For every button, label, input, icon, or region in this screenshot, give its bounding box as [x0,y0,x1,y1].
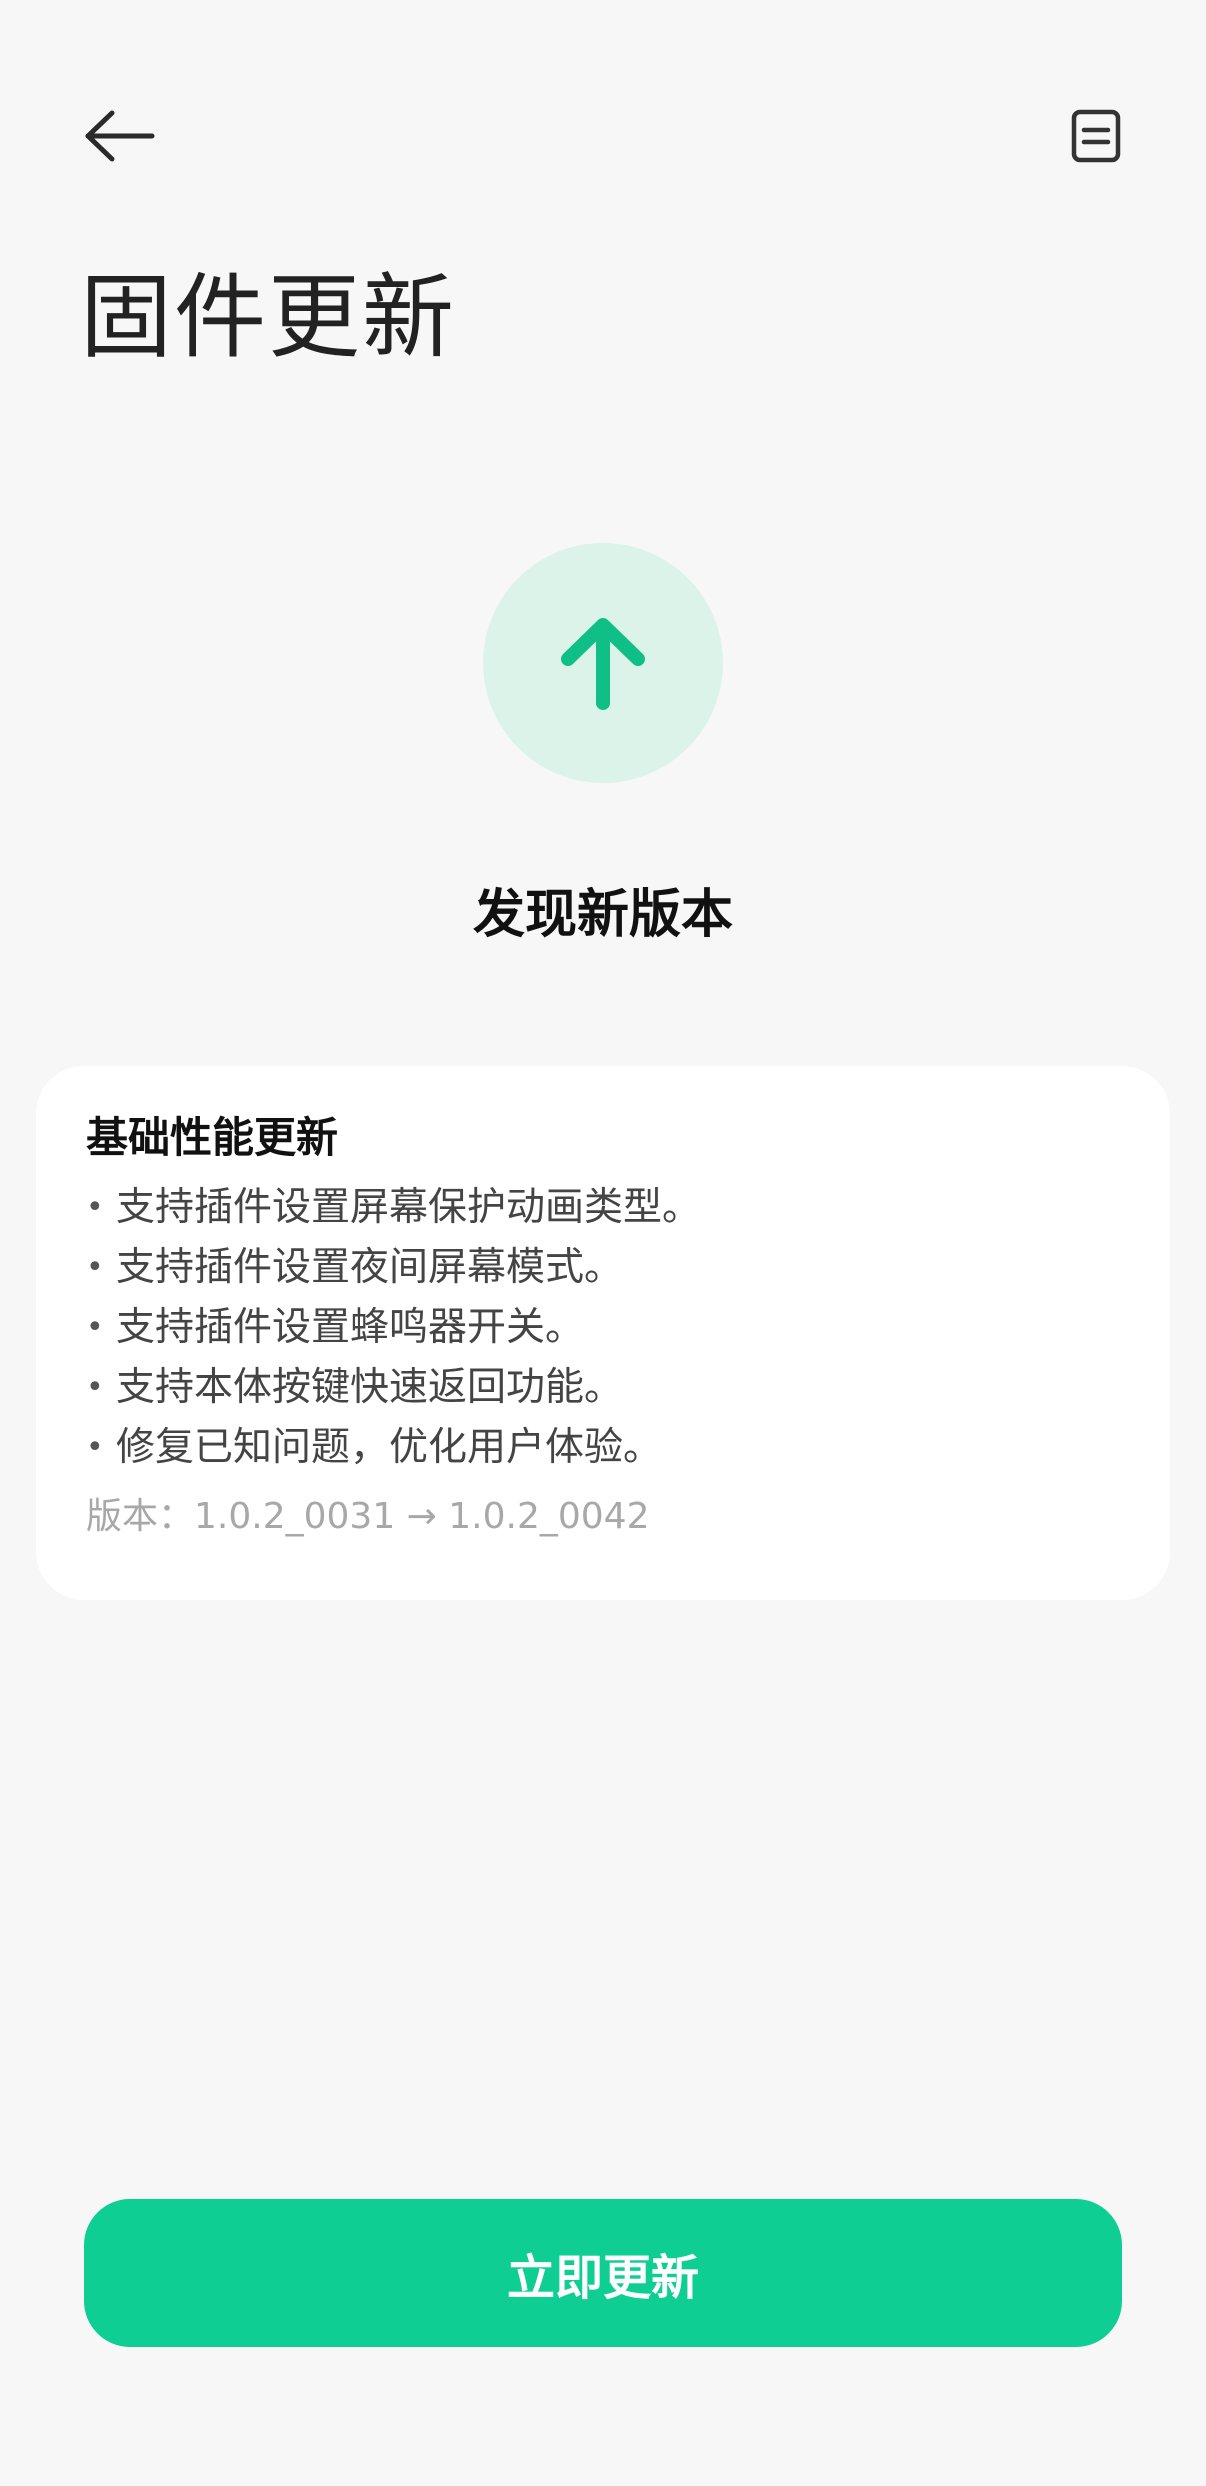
release-notes-card: 基础性能更新 • 支持插件设置屏幕保护动画类型。 • 支持插件设置夜间屏幕模式。… [36,1066,1170,1600]
version-info: 版本：1.0.2_0031 → 1.0.2_0042 [86,1496,650,1537]
release-notes-button[interactable] [1060,100,1132,172]
document-icon [1071,109,1121,163]
bullet-icon: • [86,1430,104,1465]
arrow-left-icon [85,110,155,162]
release-notes-list: • 支持插件设置屏幕保护动画类型。 • 支持插件设置夜间屏幕模式。 • 支持插件… [86,1178,1170,1478]
list-item: • 支持插件设置蜂鸣器开关。 [86,1298,1170,1358]
bullet-icon: • [86,1250,104,1285]
list-item: • 支持本体按键快速返回功能。 [86,1358,1170,1418]
update-now-button[interactable]: 立即更新 [84,2199,1122,2347]
bullet-icon: • [86,1310,104,1345]
bullet-icon: • [86,1190,104,1225]
list-item: • 支持插件设置夜间屏幕模式。 [86,1238,1170,1298]
arrow-up-icon [561,618,645,710]
update-badge [483,543,723,783]
list-item-text: 支持插件设置夜间屏幕模式。 [116,1245,624,1290]
back-button[interactable] [76,102,162,170]
list-item: • 修复已知问题，优化用户体验。 [86,1418,1170,1478]
list-item-text: 支持本体按键快速返回功能。 [116,1365,624,1410]
page-title: 固件更新 [80,264,457,371]
list-item: • 支持插件设置屏幕保护动画类型。 [86,1178,1170,1238]
list-item-text: 支持插件设置蜂鸣器开关。 [116,1305,585,1350]
new-version-title: 发现新版本 [472,885,733,945]
list-item-text: 修复已知问题，优化用户体验。 [116,1425,663,1470]
release-notes-title: 基础性能更新 [86,1113,339,1162]
bullet-icon: • [86,1370,104,1405]
list-item-text: 支持插件设置屏幕保护动画类型。 [116,1185,702,1230]
